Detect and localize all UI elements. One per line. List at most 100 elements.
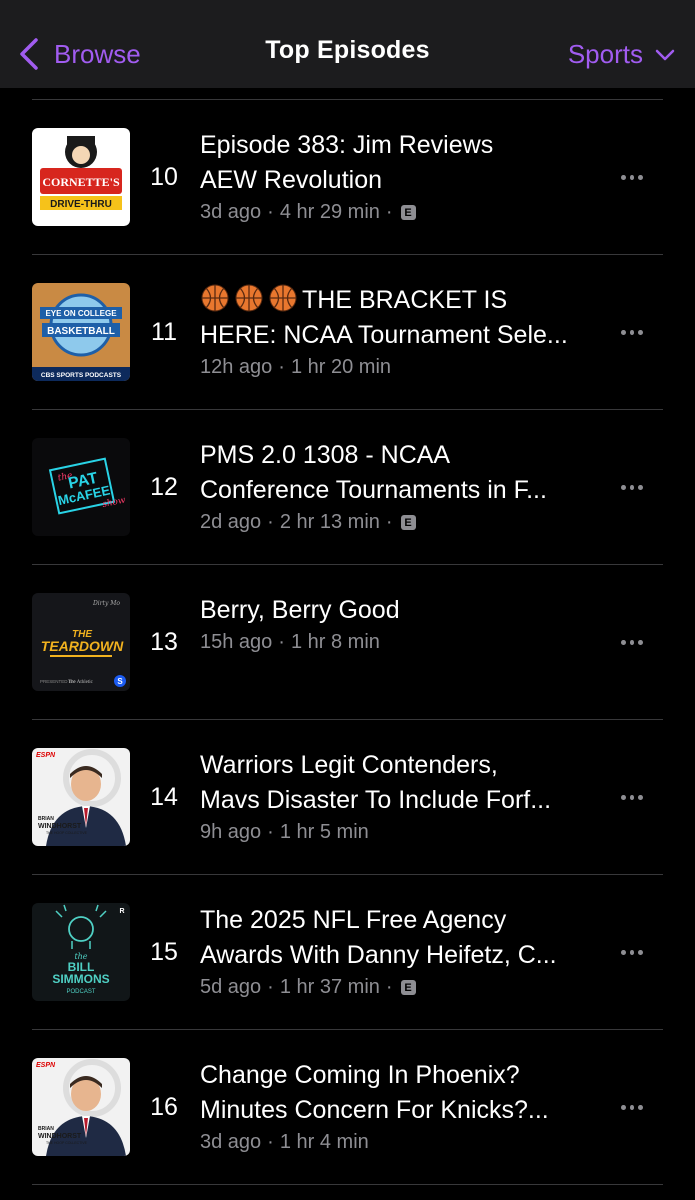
- dot: [638, 794, 644, 800]
- episode-rank: 15: [150, 938, 178, 966]
- episode-title-line: Mavs Disaster To Include Forf...: [200, 786, 552, 814]
- dot: [638, 484, 644, 490]
- episode-info: The 2025 NFL Free Agency Awards With Dann…: [200, 903, 605, 999]
- svg-text:WINDHORST: WINDHORST: [38, 823, 82, 830]
- dot: [621, 329, 626, 335]
- svg-text:PODCAST: PODCAST: [66, 989, 95, 995]
- episode-rank: 10: [150, 163, 178, 191]
- episode-info: Warriors Legit Contenders, Mavs Disaster …: [200, 748, 605, 844]
- episode-rank: 12: [150, 473, 178, 501]
- dot: [621, 1104, 626, 1110]
- episode-age: 3d ago: [200, 201, 262, 223]
- episode-row[interactable]: CORNETTE'S DRIVE-THRU 10 Episode 383: Ji…: [0, 100, 695, 255]
- dot: [629, 1104, 635, 1110]
- episode-rank: 14: [150, 783, 178, 811]
- episode-title: THE BRACKET IS HERE: NCAA Tournament Sele…: [200, 283, 605, 353]
- explicit-badge-icon: E: [400, 205, 416, 220]
- basketball-emoji-icon: [201, 284, 229, 312]
- dot: [638, 949, 644, 955]
- dot: [638, 1104, 644, 1110]
- meta-separator: ·: [385, 511, 393, 533]
- episode-title-line: Minutes Concern For Knicks?...: [200, 1096, 549, 1124]
- episode-meta: 12h ago · 1 hr 20 min: [200, 356, 605, 379]
- episode-row[interactable]: the BILL SIMMONS PODCAST R 15 The 2025 N…: [0, 875, 695, 1030]
- dot: [621, 949, 626, 955]
- meta-separator: ·: [267, 821, 274, 843]
- the-teardown-art: Dirty Mo THE TEARDOWN PRESENTED BY The A…: [32, 593, 130, 691]
- episode-rank: 11: [151, 318, 177, 346]
- episode-age: 5d ago: [200, 976, 262, 998]
- episode-meta: 3d ago · 4 hr 29 min · E: [200, 201, 605, 224]
- meta-separator: ·: [267, 976, 274, 998]
- episode-meta: 2d ago · 2 hr 13 min · E: [200, 511, 605, 534]
- svg-text:DRIVE-THRU: DRIVE-THRU: [50, 199, 112, 210]
- episode-meta: 3d ago · 1 hr 4 min: [200, 1131, 605, 1154]
- category-label: Sports: [567, 38, 643, 69]
- dot: [621, 639, 626, 645]
- episode-title-line: The 2025 NFL Free Agency: [200, 906, 507, 934]
- episode-duration: 1 hr 8 min: [290, 631, 380, 653]
- episode-title-line: Berry, Berry Good: [200, 596, 400, 624]
- meta-separator: ·: [267, 201, 274, 223]
- episode-row[interactable]: ESPN BRIAN WINDHORST THE HOOP COLLECTIVE…: [0, 1030, 695, 1185]
- svg-text:ESPN: ESPN: [36, 1062, 56, 1069]
- svg-text:THE HOOP COLLECTIVE: THE HOOP COLLECTIVE: [46, 831, 88, 835]
- episode-duration: 4 hr 29 min: [279, 201, 380, 223]
- episode-title-line: AEW Revolution: [200, 166, 383, 194]
- episode-meta: 5d ago · 1 hr 37 min · E: [200, 976, 605, 999]
- svg-text:THE HOOP COLLECTIVE: THE HOOP COLLECTIVE: [46, 1141, 88, 1145]
- episode-rank: 16: [150, 1093, 178, 1121]
- svg-text:CBS SPORTS PODCASTS: CBS SPORTS PODCASTS: [41, 372, 122, 379]
- episode-title-line: Conference Tournaments in F...: [200, 476, 547, 504]
- more-options-button[interactable]: [619, 782, 645, 812]
- episode-info: THE BRACKET IS HERE: NCAA Tournament Sele…: [200, 283, 605, 379]
- more-options-button[interactable]: [619, 472, 645, 502]
- meta-separator: ·: [267, 511, 274, 533]
- episode-age: 9h ago: [200, 821, 262, 843]
- episode-row[interactable]: the PAT McAFEE show 12 PMS 2.0 1308 - NC…: [0, 410, 695, 565]
- eye-on-college-basketball-art: EYE ON COLLEGE BASKETBALL CBS SPORTS POD…: [32, 283, 130, 381]
- more-options-button[interactable]: [619, 1092, 645, 1122]
- svg-text:BRIAN: BRIAN: [38, 816, 54, 822]
- episode-age: 15h ago: [200, 631, 273, 653]
- episode-duration: 2 hr 13 min: [279, 511, 380, 533]
- more-options-button[interactable]: [619, 937, 645, 967]
- episode-title-line: Change Coming In Phoenix?: [200, 1061, 520, 1089]
- basketball-emoji-icon: [269, 284, 297, 312]
- more-options-button[interactable]: [619, 162, 645, 192]
- episode-row[interactable]: Dirty Mo THE TEARDOWN PRESENTED BY The A…: [0, 565, 695, 720]
- episode-title: The 2025 NFL Free Agency Awards With Dann…: [200, 903, 605, 973]
- dot: [638, 174, 644, 180]
- divider: [32, 1184, 663, 1185]
- episode-list: CORNETTE'S DRIVE-THRU 10 Episode 383: Ji…: [0, 100, 695, 1185]
- dot: [629, 949, 635, 955]
- episode-row[interactable]: EYE ON COLLEGE BASKETBALL CBS SPORTS POD…: [0, 255, 695, 410]
- dot: [638, 329, 644, 335]
- svg-text:SIMMONS: SIMMONS: [52, 972, 109, 986]
- svg-text:BASKETBALL: BASKETBALL: [47, 326, 115, 337]
- episode-title: Warriors Legit Contenders, Mavs Disaster …: [200, 748, 605, 818]
- svg-text:BRIAN: BRIAN: [38, 1126, 54, 1132]
- explicit-badge-icon: E: [400, 980, 416, 995]
- dot: [621, 794, 626, 800]
- episode-title-line: THE BRACKET IS: [200, 283, 605, 318]
- more-options-button[interactable]: [619, 317, 645, 347]
- episode-age: 2d ago: [200, 511, 262, 533]
- episode-info: PMS 2.0 1308 - NCAA Conference Tournament…: [200, 438, 605, 534]
- episode-title: Episode 383: Jim Reviews AEW Revolution: [200, 128, 605, 198]
- episode-title: PMS 2.0 1308 - NCAA Conference Tournament…: [200, 438, 605, 508]
- episode-rank: 13: [150, 628, 178, 656]
- more-options-button[interactable]: [619, 627, 645, 657]
- dot: [629, 329, 635, 335]
- episode-row[interactable]: ESPN BRIAN WINDHORST THE HOOP COLLECTIVE…: [0, 720, 695, 875]
- episode-info: Episode 383: Jim Reviews AEW Revolution 3…: [200, 128, 605, 224]
- dot: [629, 484, 635, 490]
- svg-text:EYE ON COLLEGE: EYE ON COLLEGE: [45, 309, 117, 318]
- dot: [638, 639, 644, 645]
- category-selector-button[interactable]: Sports: [567, 38, 675, 70]
- episode-duration: 1 hr 5 min: [279, 821, 369, 843]
- dot: [621, 484, 626, 490]
- episode-title-line: HERE: NCAA Tournament Sele...: [200, 321, 568, 349]
- svg-text:Dirty Mo: Dirty Mo: [92, 600, 120, 607]
- episode-age: 12h ago: [200, 356, 273, 378]
